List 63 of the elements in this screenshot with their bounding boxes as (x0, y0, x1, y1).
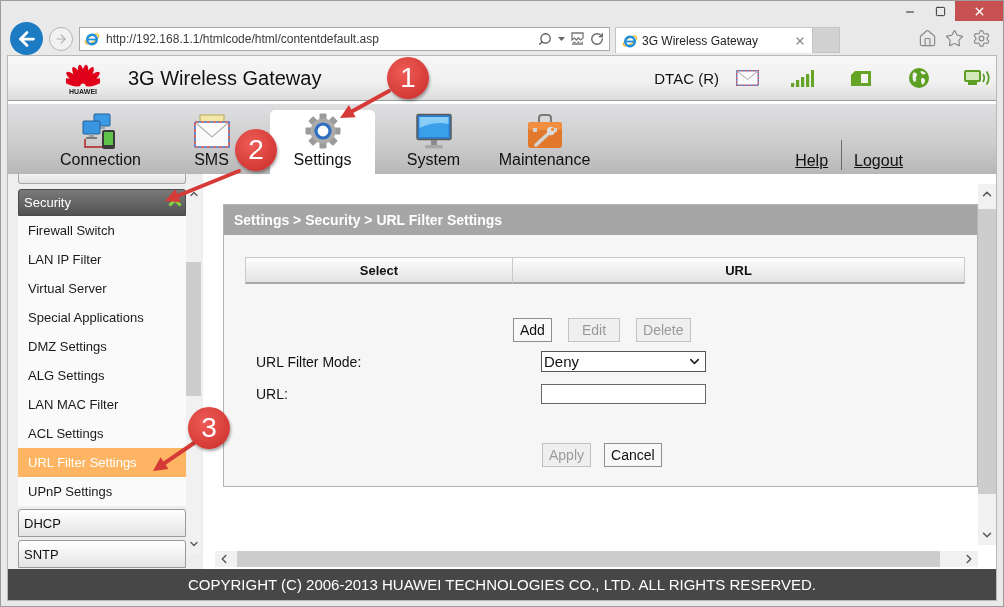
menu-item[interactable]: ALG Settings (18, 361, 186, 390)
breadcrumb: Settings > Security > URL Filter Settings (224, 205, 977, 235)
menu-item[interactable]: Firewall Switch (18, 216, 186, 245)
browser-tab[interactable]: 3G Wireless Gateway (615, 27, 813, 53)
menu-item[interactable]: DMZ Settings (18, 332, 186, 361)
menu-item[interactable]: Special Applications (18, 303, 186, 332)
scroll-thumb[interactable] (978, 209, 996, 494)
menu-item[interactable]: LAN IP Filter (18, 245, 186, 274)
nav-tab[interactable]: SMS (192, 110, 231, 174)
menu-item[interactable]: ACL Settings (18, 419, 186, 448)
home-icon[interactable] (918, 29, 937, 48)
toolbox-icon (526, 113, 563, 149)
browser-logo-icon (622, 32, 638, 49)
envelope-icon[interactable] (736, 70, 759, 86)
nav-tab[interactable]: Connection (59, 110, 142, 174)
address-bar[interactable]: http://192.168.1.1/htmlcode/html/contentdefault.asp (79, 26, 610, 51)
envelope-icon (193, 113, 230, 149)
computer-waves-icon (964, 70, 990, 86)
maximize-icon (934, 6, 946, 17)
url-text: http://192.168.1.1/htmlcode/html/contentdefault.asp (106, 31, 380, 46)
field-label: URL Filter Mode: (256, 353, 363, 370)
menu-item[interactable]: Virtual Server (18, 274, 186, 303)
field-label: URL: (256, 386, 289, 402)
nav-tab[interactable]: Settings (270, 110, 375, 174)
gear-icon (304, 113, 341, 149)
signal-bars-icon (791, 69, 814, 87)
filter-mode-select[interactable]: Deny (541, 351, 706, 372)
browser-logo-icon (84, 30, 100, 47)
logout-link[interactable]: Logout (854, 151, 903, 170)
arrow-right-icon (54, 31, 68, 46)
star-icon[interactable] (945, 29, 964, 48)
url-input[interactable] (541, 384, 706, 404)
tab-title: 3G Wireless Gateway (642, 33, 760, 48)
monitor-icon (415, 113, 452, 149)
broken-page-icon[interactable] (571, 31, 584, 46)
menu-item[interactable]: LAN MAC Filter (18, 390, 186, 419)
globe-icon (909, 68, 929, 88)
nav-tab[interactable]: Maintenance (497, 110, 592, 174)
group-label: SNTP (24, 546, 59, 562)
group-label: DHCP (24, 515, 61, 531)
menu-item[interactable]: UPnP Settings (18, 477, 186, 506)
group-label: Security (24, 195, 71, 210)
sim-card-icon (851, 70, 871, 86)
callout-arrow (153, 441, 196, 471)
column-header: Select (245, 257, 513, 284)
settings-icon[interactable] (972, 29, 991, 48)
action-button[interactable]: Add (513, 318, 552, 342)
back-button[interactable] (10, 22, 43, 55)
caret-down-icon[interactable] (558, 36, 565, 41)
refresh-icon[interactable] (590, 31, 604, 46)
callout-arrow (340, 89, 391, 118)
scroll-thumb[interactable] (186, 262, 201, 396)
site-title: 3G Wireless Gateway (128, 66, 322, 90)
menu-group-header[interactable]: DHCP (18, 509, 186, 537)
cancel-button[interactable]: Cancel (604, 443, 662, 467)
copyright-text: COPYRIGHT (C) 2006-2013 HUAWEI TECHNOLOGIES CO., LTD. ALL RIGHTS RESERVED. (8, 569, 996, 600)
column-header: URL (513, 257, 965, 284)
menu-group-header[interactable]: Security (18, 189, 186, 216)
nav-tab[interactable]: System (405, 110, 462, 174)
search-icon[interactable] (538, 31, 552, 46)
network-operator: DTAC (R) (654, 69, 719, 87)
help-link[interactable]: Help (795, 151, 829, 170)
menu-group-header[interactable]: SNTP (18, 540, 186, 568)
